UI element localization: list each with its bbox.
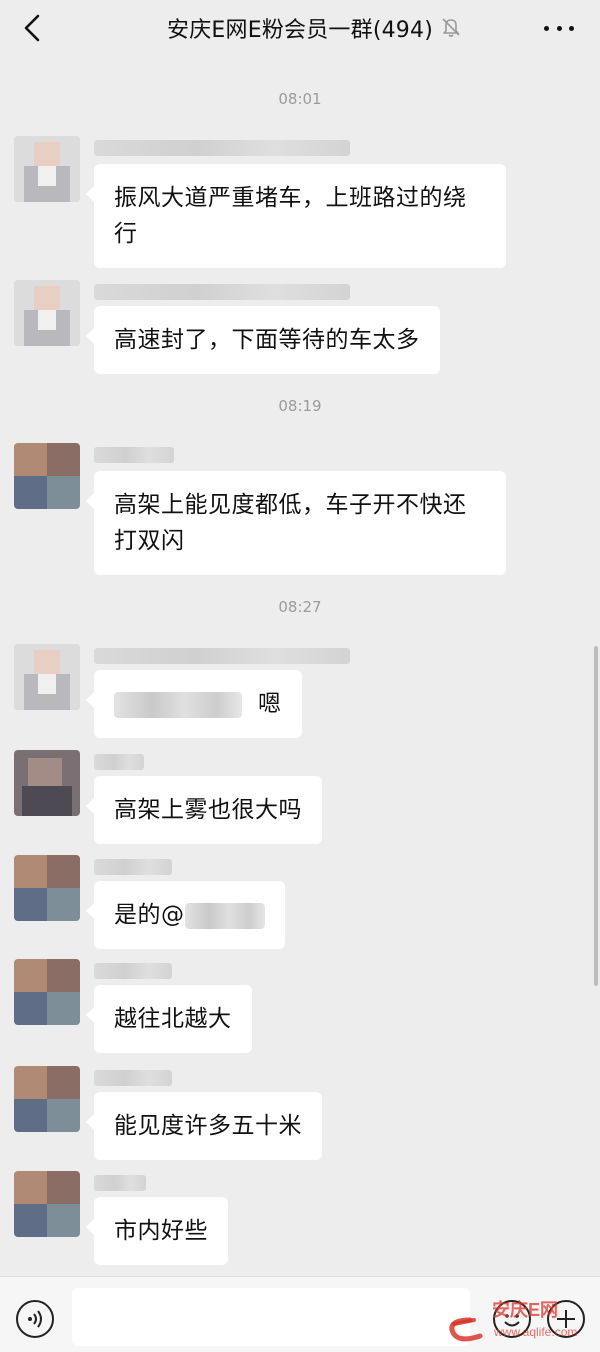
emoji-button[interactable] <box>493 1300 531 1338</box>
sender-name-blurred <box>94 1175 146 1191</box>
avatar[interactable] <box>14 1066 80 1132</box>
message-bubble[interactable]: 越往北越大 <box>86 985 252 1053</box>
message-bubble[interactable]: 振风大道严重堵车，上班路过的绕行 <box>86 164 506 268</box>
timestamp: 08:19 <box>278 397 322 415</box>
message-list[interactable]: 08:01 振风大道严重堵车，上班路过的绕行 高速封了，下面等待的车太多 08:… <box>0 58 600 1276</box>
sender-name-blurred <box>94 284 350 300</box>
sender-name-blurred <box>94 648 350 664</box>
sender-name-blurred <box>94 1070 172 1086</box>
message-bubble[interactable]: 高架上雾也很大吗 <box>86 776 322 844</box>
avatar[interactable] <box>14 750 80 816</box>
voice-button[interactable] <box>16 1300 54 1338</box>
bell-off-icon <box>442 18 460 37</box>
timestamp: 08:01 <box>278 90 322 108</box>
message-bubble[interactable]: 能见度许多五十米 <box>86 1092 322 1160</box>
sender-name-blurred <box>94 447 174 463</box>
avatar[interactable] <box>14 644 80 710</box>
chat-title: 安庆E网E粉会员一群(494) <box>167 18 433 43</box>
message-bubble[interactable]: 高架上能见度都低，车子开不快还打双闪 <box>86 471 506 575</box>
more-button[interactable] <box>544 18 574 38</box>
message-input[interactable] <box>72 1288 470 1346</box>
message-bubble[interactable]: 是的@ <box>86 881 285 949</box>
avatar[interactable] <box>14 855 80 921</box>
sender-name-blurred <box>94 140 350 156</box>
quoted-text-blurred <box>114 691 242 718</box>
chat-header: 安庆E网E粉会员一群(494) <box>0 0 600 58</box>
timestamp: 08:27 <box>278 598 322 616</box>
scrollbar[interactable] <box>594 646 598 986</box>
message-bubble[interactable]: 市内好些 <box>86 1197 228 1265</box>
avatar[interactable] <box>14 1171 80 1237</box>
mention-blurred <box>184 902 265 929</box>
plus-button[interactable] <box>547 1300 585 1338</box>
input-bar <box>0 1276 600 1352</box>
plus-icon <box>557 1310 575 1328</box>
avatar[interactable] <box>14 136 80 202</box>
sender-name-blurred <box>94 963 172 979</box>
avatar[interactable] <box>14 959 80 1025</box>
sender-name-blurred <box>94 859 172 875</box>
more-horizontal-icon <box>544 25 549 31</box>
voice-icon <box>28 1310 42 1328</box>
sender-name-blurred <box>94 754 144 770</box>
avatar[interactable] <box>14 280 80 346</box>
message-bubble[interactable]: 高速封了，下面等待的车太多 <box>86 306 440 374</box>
avatar[interactable] <box>14 443 80 509</box>
emoji-icon <box>504 1314 520 1327</box>
message-bubble[interactable]: 嗯 <box>86 670 302 738</box>
